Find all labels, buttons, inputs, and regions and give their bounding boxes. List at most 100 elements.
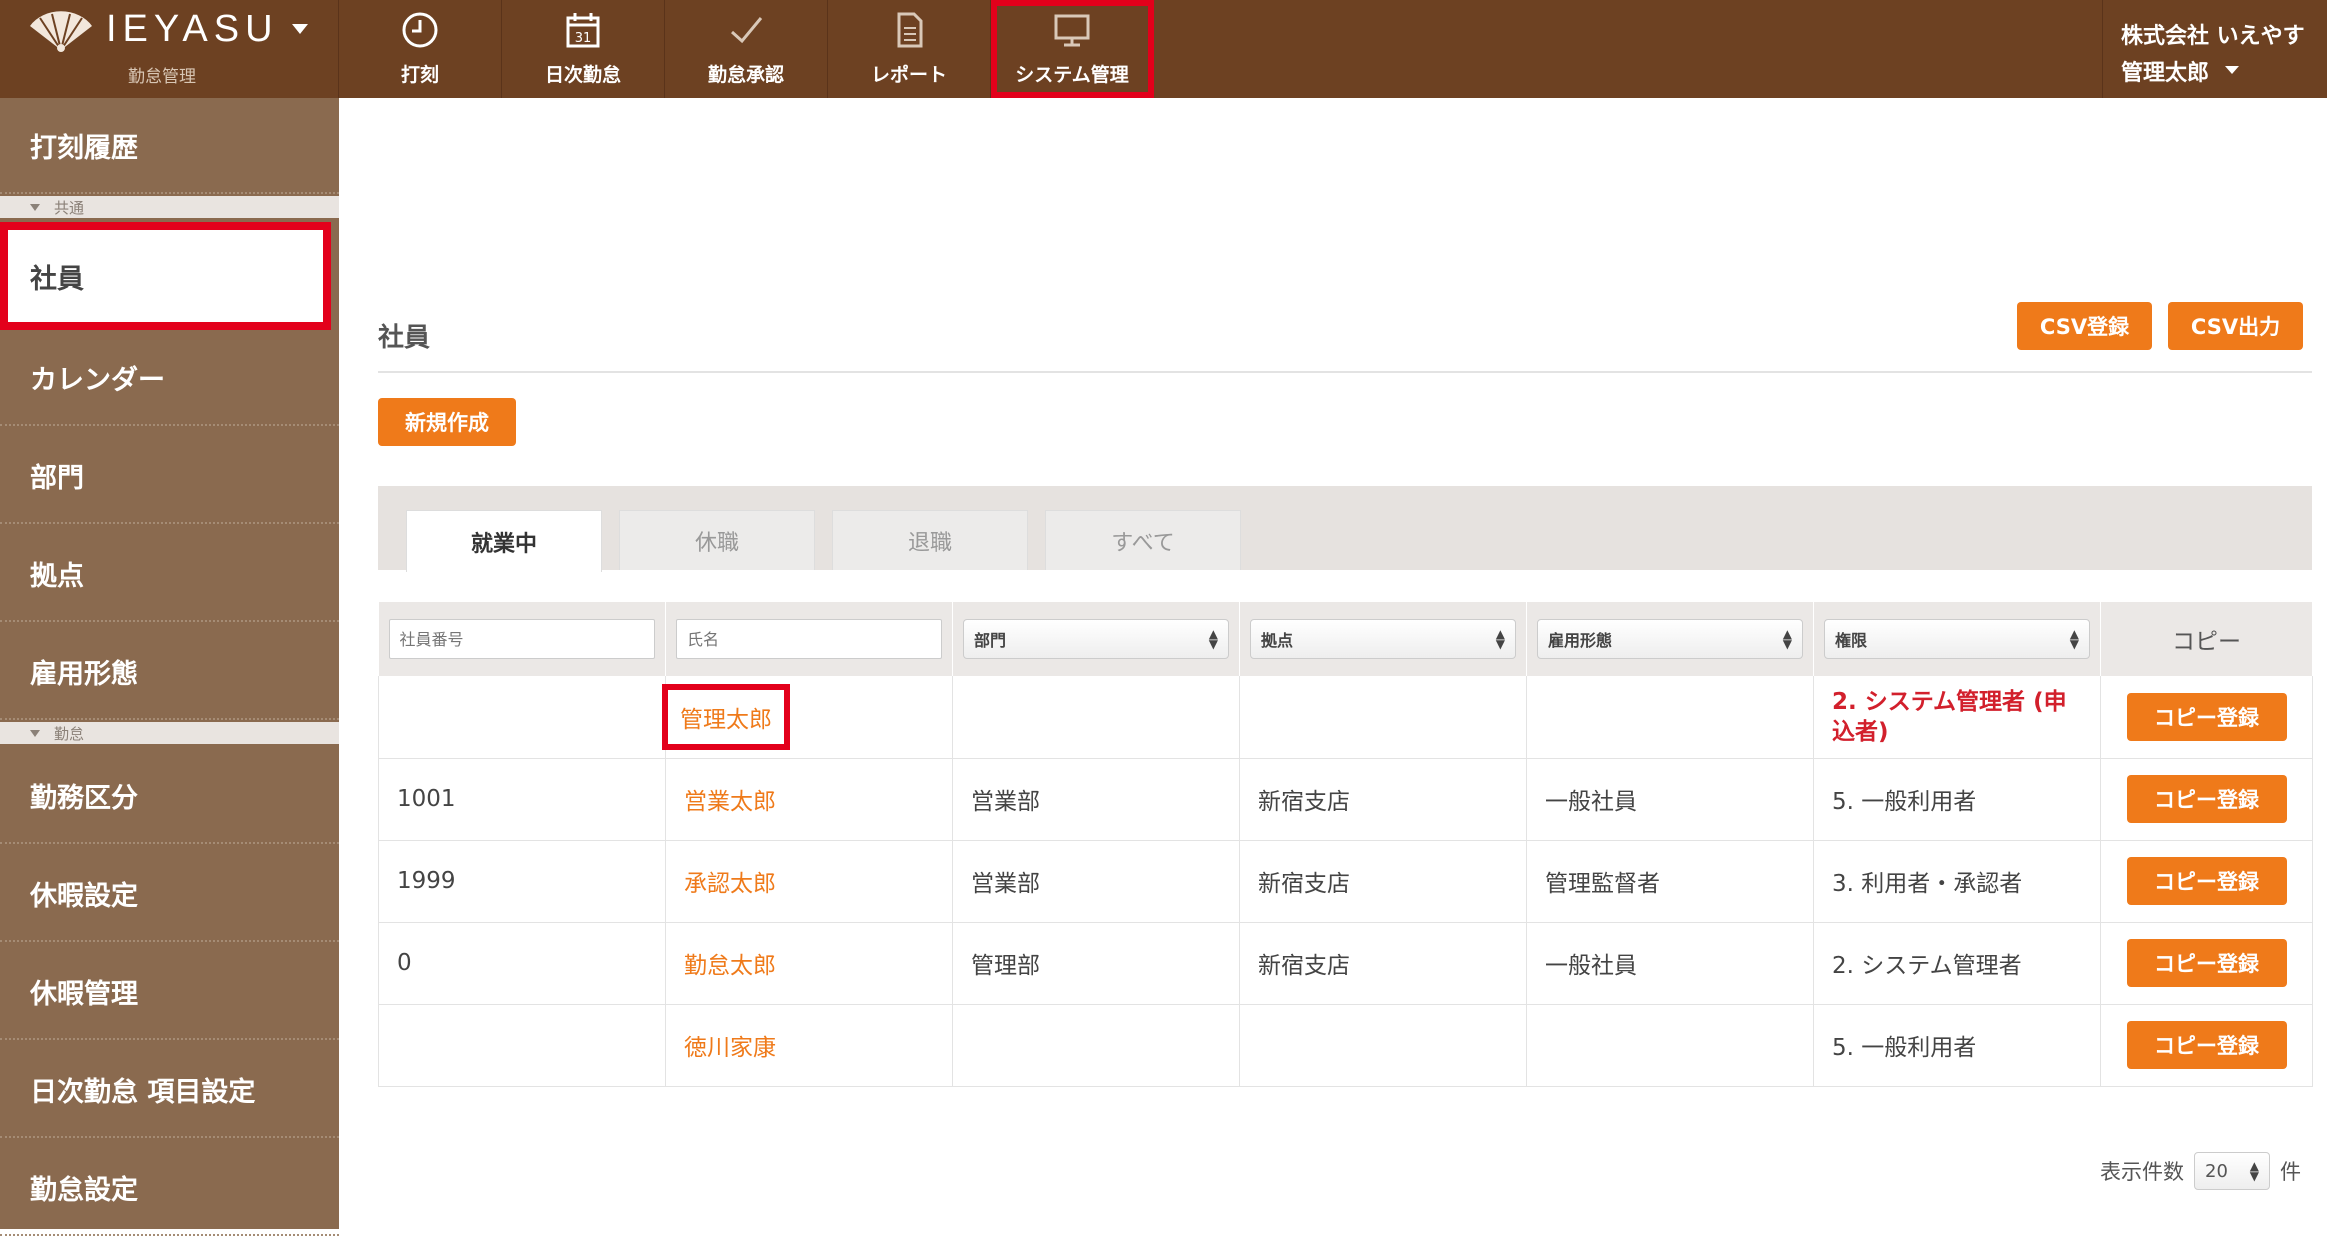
- copy-register-button[interactable]: コピー登録: [2126, 857, 2287, 905]
- sidebar-item-department[interactable]: 部門: [0, 428, 339, 524]
- sidebar-item-location[interactable]: 拠点: [0, 526, 339, 622]
- page-size-control: 表示件数 20 ▲ ▼ 件: [2100, 1152, 2301, 1190]
- employment-type-cell: [1526, 676, 1814, 759]
- brand-menu[interactable]: IEYASU 勤怠管理: [0, 0, 339, 98]
- nav-daily-attendance[interactable]: 31 日次勤怠: [502, 0, 665, 98]
- employee-name-link[interactable]: 勤怠太郎: [684, 953, 776, 979]
- monitor-icon: [1054, 14, 1090, 47]
- sidebar: 打刻履歴 共通 社員 カレンダー 部門 拠点 雇用形態 勤怠 勤務区分 休暇設定…: [0, 98, 339, 1236]
- new-employee-button[interactable]: 新規作成: [378, 398, 516, 446]
- copy-cell: コピー登録: [2100, 676, 2313, 759]
- select-label: 雇用形態: [1548, 631, 1613, 650]
- employee-number-cell: 1001: [378, 758, 666, 841]
- copy-register-button[interactable]: コピー登録: [2126, 692, 2287, 741]
- csv-import-button[interactable]: CSV登録: [2017, 302, 2152, 350]
- employee-name-link[interactable]: 徳川家康: [684, 1035, 776, 1061]
- updown-arrows-icon: ▲ ▼: [2249, 1159, 2259, 1183]
- employee-number-cell: [378, 1004, 666, 1087]
- updown-arrows-icon: ▲ ▼: [2069, 627, 2079, 651]
- employee-number-filter-input[interactable]: [388, 619, 655, 659]
- brand-name: IEYASU: [106, 8, 279, 50]
- copy-column-header: コピー: [2100, 602, 2313, 676]
- department-cell: 営業部: [952, 840, 1240, 923]
- employee-name-cell: 徳川家康: [665, 1004, 953, 1087]
- filter-cell: [665, 602, 953, 676]
- tab-employed[interactable]: 就業中: [406, 510, 602, 572]
- top-navigation-bar: IEYASU 勤怠管理 打刻 31 日次勤怠 勤怠承認 レポート システム管理 …: [0, 0, 2327, 98]
- employee-name-link[interactable]: 管理太郎: [662, 683, 790, 750]
- employee-name-link[interactable]: 営業太郎: [684, 789, 776, 815]
- filter-row: 部門 ▲▼ 拠点 ▲▼ 雇用形態 ▲▼ 権限 ▲▼: [378, 602, 2313, 676]
- table-row: 0 勤怠太郎 管理部 新宿支店 一般社員 2. システム管理者 コピー登録: [378, 922, 2313, 1005]
- updown-arrows-icon: ▲ ▼: [1495, 627, 1505, 651]
- csv-export-button[interactable]: CSV出力: [2168, 302, 2303, 350]
- location-cell: 新宿支店: [1239, 922, 1527, 1005]
- sidebar-item-daily-item-settings[interactable]: 日次勤怠 項目設定: [0, 1042, 339, 1138]
- location-cell: [1239, 1004, 1527, 1087]
- section-label: 共通: [54, 198, 85, 217]
- calendar-day: 31: [575, 31, 592, 46]
- tab-retired[interactable]: 退職: [832, 510, 1028, 570]
- employee-table: 部門 ▲▼ 拠点 ▲▼ 雇用形態 ▲▼ 権限 ▲▼: [378, 602, 2313, 1087]
- nav-attendance-approval[interactable]: 勤怠承認: [665, 0, 828, 98]
- tab-on-leave[interactable]: 休職: [619, 510, 815, 570]
- sidebar-item-leave-management[interactable]: 休暇管理: [0, 944, 339, 1040]
- table-row: 1001 営業太郎 営業部 新宿支店 一般社員 5. 一般利用者 コピー登録: [378, 758, 2313, 841]
- sidebar-item-calendar[interactable]: カレンダー: [0, 330, 339, 426]
- nav-label: 日次勤怠: [544, 64, 621, 86]
- copy-register-button[interactable]: コピー登録: [2126, 939, 2287, 987]
- sidebar-item-employees[interactable]: 社員: [0, 222, 331, 330]
- filter-cell: [378, 602, 666, 676]
- filter-cell: 部門 ▲ ▼: [952, 602, 1240, 676]
- user-name: 管理太郎: [2121, 61, 2210, 86]
- sidebar-item-punch-history[interactable]: 打刻履歴: [0, 98, 339, 194]
- section-label: 勤怠: [54, 724, 85, 743]
- authority-filter-select[interactable]: 権限 ▲ ▼: [1824, 619, 2090, 659]
- sidebar-item-attendance-settings[interactable]: 勤怠設定: [0, 1140, 339, 1236]
- authority-cell: 5. 一般利用者: [1813, 758, 2101, 841]
- brand-subtitle: 勤怠管理: [128, 67, 196, 87]
- employee-name-cell: 承認太郎: [665, 840, 953, 923]
- table-row: 徳川家康 5. 一般利用者 コピー登録: [378, 1004, 2313, 1087]
- authority-label: 2. システム管理者 (申込者): [1832, 688, 2067, 745]
- nav-report[interactable]: レポート: [828, 0, 991, 98]
- title-divider: [378, 371, 2312, 373]
- nav-label: システム管理: [1015, 64, 1129, 86]
- triangle-down-icon: [30, 729, 40, 737]
- select-label: 拠点: [1261, 631, 1294, 650]
- nav-system-admin[interactable]: システム管理: [991, 0, 1154, 98]
- page-size-unit: 件: [2280, 1160, 2301, 1184]
- copy-cell: コピー登録: [2100, 922, 2313, 1005]
- employee-number-cell: [378, 676, 666, 759]
- employment-type-filter-select[interactable]: 雇用形態 ▲ ▼: [1537, 619, 1803, 659]
- folding-fan-logo-icon: [30, 11, 92, 52]
- copy-register-button[interactable]: コピー登録: [2126, 1021, 2287, 1069]
- tab-all[interactable]: すべて: [1045, 510, 1241, 570]
- page-size-select[interactable]: 20 ▲ ▼: [2194, 1152, 2270, 1190]
- table-row: 1999 承認太郎 営業部 新宿支店 管理監督者 3. 利用者・承認者 コピー登…: [378, 840, 2313, 923]
- select-label: 権限: [1835, 631, 1868, 650]
- chevron-down-icon: [2225, 66, 2239, 74]
- name-filter-input[interactable]: [676, 619, 942, 659]
- updown-arrows-icon: ▲ ▼: [1208, 627, 1218, 651]
- location-filter-select[interactable]: 拠点 ▲ ▼: [1250, 619, 1516, 659]
- user-menu[interactable]: 株式会社 いえやす 管理太郎: [2102, 0, 2327, 98]
- sidebar-item-employment-type[interactable]: 雇用形態: [0, 624, 339, 720]
- sidebar-item-leave-settings[interactable]: 休暇設定: [0, 846, 339, 942]
- authority-cell: 3. 利用者・承認者: [1813, 840, 2101, 923]
- employment-type-cell: [1526, 1004, 1814, 1087]
- triangle-down-icon: [30, 203, 40, 211]
- employment-type-cell: 一般社員: [1526, 758, 1814, 841]
- copy-register-button[interactable]: コピー登録: [2126, 775, 2287, 823]
- authority-cell: 2. システム管理者: [1813, 922, 2101, 1005]
- employment-type-cell: 一般社員: [1526, 922, 1814, 1005]
- department-cell: [952, 676, 1240, 759]
- table-row: 管理太郎 2. システム管理者 (申込者) コピー登録: [378, 676, 2313, 759]
- authority-cell: 5. 一般利用者: [1813, 1004, 2101, 1087]
- department-filter-select[interactable]: 部門 ▲ ▼: [963, 619, 1229, 659]
- sidebar-item-work-category[interactable]: 勤務区分: [0, 748, 339, 844]
- location-cell: 新宿支店: [1239, 840, 1527, 923]
- nav-punch[interactable]: 打刻: [339, 0, 502, 98]
- employee-name-link[interactable]: 承認太郎: [684, 871, 776, 897]
- employee-name-cell: 管理太郎: [662, 676, 953, 759]
